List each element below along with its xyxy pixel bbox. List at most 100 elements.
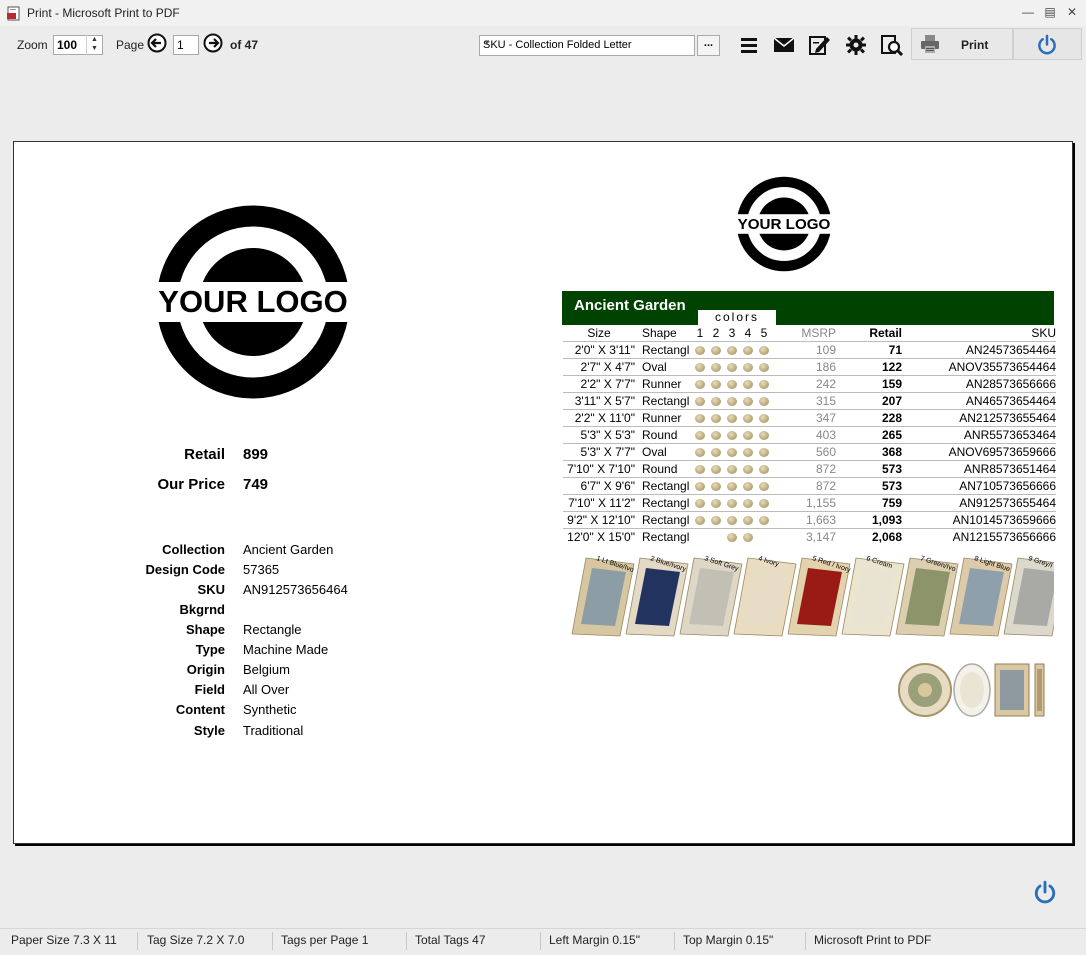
rug-swatch: 7 Green/Ivo: [895, 555, 959, 637]
gear-icon[interactable]: [844, 34, 868, 56]
cell-color-3: [724, 392, 740, 410]
cell-color-4: [740, 375, 756, 393]
rug-swatch: 8 Light Blue: [949, 555, 1013, 637]
color-available-dot-icon: [743, 533, 753, 543]
template-select[interactable]: SKU - Collection Folded Letter ▼: [479, 35, 695, 56]
minimize-icon[interactable]: —: [1020, 5, 1036, 19]
maximize-icon[interactable]: ▤: [1042, 5, 1058, 19]
color-available-dot-icon: [711, 465, 721, 475]
color-available-dot-icon: [759, 482, 769, 492]
cell-shape: Runner: [639, 375, 692, 393]
table-header: Size Shape 1 2 3 4 5 MSRP Retail SKU: [563, 325, 1056, 342]
cell-color-5: [756, 375, 772, 393]
cell-color-2: [708, 528, 724, 545]
our-price-label: Our Price: [157, 476, 225, 493]
print-preview-page: YOUR LOGO YOUR LOGO Retail 899 Our Price…: [13, 141, 1073, 844]
chevron-down-icon: ▼: [483, 38, 491, 47]
cell-size: 9'2" X 12'10": [563, 511, 639, 529]
color-available-dot-icon: [743, 499, 753, 509]
spec-value: Machine Made: [243, 642, 329, 657]
cell-color-1: [692, 477, 708, 495]
edit-icon[interactable]: [808, 34, 832, 56]
col-sku: SKU: [1031, 326, 1056, 340]
cell-size: 3'11" X 5'7": [563, 392, 639, 410]
cell-retail: 71: [836, 341, 902, 359]
cell-color-5: [756, 392, 772, 410]
print-button[interactable]: Print: [911, 28, 1013, 60]
spin-up-icon[interactable]: ▲: [87, 35, 102, 44]
logo-image-large: YOUR LOGO: [155, 205, 351, 399]
cell-color-3: [724, 511, 740, 529]
color-available-dot-icon: [711, 363, 721, 373]
cell-size: 2'2" X 11'0": [563, 409, 639, 427]
color-available-dot-icon: [711, 380, 721, 390]
color-available-dot-icon: [743, 363, 753, 373]
cell-msrp: 1,663: [772, 511, 836, 529]
prev-page-icon[interactable]: [147, 33, 167, 53]
cell-color-2: [708, 477, 724, 495]
cell-color-5: [756, 426, 772, 444]
cell-size: 12'0" X 15'0": [563, 528, 639, 545]
spec-value: Belgium: [243, 662, 290, 677]
status-tags-per-page: Tags per Page 1: [281, 933, 369, 947]
color-available-dot-icon: [695, 431, 705, 441]
cell-sku: ANR5573653464: [902, 426, 1056, 444]
table-row: 3'11" X 5'7" Rectangl 315 207 AN46573654464: [563, 392, 1056, 410]
color-available-dot-icon: [743, 465, 753, 475]
status-tag-size: Tag Size 7.2 X 7.0: [147, 933, 245, 947]
color-available-dot-icon: [759, 397, 769, 407]
cell-shape: Runner: [639, 409, 692, 427]
cell-color-5: [756, 358, 772, 376]
zoom-label: Zoom: [17, 38, 48, 52]
cell-color-4: [740, 494, 756, 512]
menu-icon[interactable]: [737, 34, 761, 56]
cell-sku: AN28573656666: [902, 375, 1056, 393]
cell-retail: 122: [836, 358, 902, 376]
color-available-dot-icon: [759, 414, 769, 424]
cell-sku: AN912573655464: [902, 494, 1056, 512]
color-available-dot-icon: [759, 465, 769, 475]
power-icon[interactable]: [1033, 880, 1057, 904]
zoom-spinner[interactable]: ▲ ▼: [86, 35, 102, 55]
cell-msrp: 403: [772, 426, 836, 444]
more-button[interactable]: ...: [697, 35, 720, 56]
page-input[interactable]: 1: [173, 35, 199, 55]
logo-image-small: YOUR LOGO: [736, 176, 832, 272]
cell-size: 2'7" X 4'7": [563, 358, 639, 376]
cell-color-1: [692, 409, 708, 427]
sku-table: Size Shape 1 2 3 4 5 MSRP Retail SKU 2'0…: [563, 325, 1056, 545]
search-doc-icon[interactable]: [880, 34, 904, 56]
cell-color-1: [692, 460, 708, 478]
cell-color-5: [756, 460, 772, 478]
cell-color-3: [724, 358, 740, 376]
cell-color-5: [756, 409, 772, 427]
color-available-dot-icon: [759, 516, 769, 526]
status-bar: Paper Size 7.3 X 11 Tag Size 7.2 X 7.0 T…: [0, 928, 1086, 955]
color-available-dot-icon: [743, 448, 753, 458]
cell-msrp: 872: [772, 460, 836, 478]
cell-color-3: [724, 477, 740, 495]
spin-down-icon[interactable]: ▼: [87, 44, 102, 53]
status-printer: Microsoft Print to PDF: [814, 933, 932, 947]
table-row: 2'2" X 11'0" Runner 347 228 AN212573655464: [563, 409, 1056, 427]
cell-sku: ANR8573651464: [902, 460, 1056, 478]
color-swatch-strip: 1 Lt Blue/Ivo 2 Blue/Ivory 3 Soft Grey 4 Iv…: [571, 555, 1054, 637]
close-icon[interactable]: ✕: [1064, 5, 1080, 19]
cell-color-4: [740, 460, 756, 478]
next-page-icon[interactable]: [203, 33, 223, 53]
power-icon: [1038, 34, 1056, 55]
color-available-dot-icon: [743, 346, 753, 356]
retail-value: 899: [243, 446, 269, 463]
color-available-dot-icon: [727, 431, 737, 441]
pdf-app-icon: [7, 6, 20, 21]
cell-color-2: [708, 426, 724, 444]
mail-icon[interactable]: [772, 34, 796, 56]
color-available-dot-icon: [727, 448, 737, 458]
spec-value: AN912573656464: [243, 582, 348, 597]
color-available-dot-icon: [759, 363, 769, 373]
cell-sku: AN1014573659666: [902, 511, 1056, 529]
col-size: Size: [587, 326, 611, 340]
exit-button[interactable]: [1013, 28, 1082, 60]
color-available-dot-icon: [759, 380, 769, 390]
cell-size: 5'3" X 7'7": [563, 443, 639, 461]
